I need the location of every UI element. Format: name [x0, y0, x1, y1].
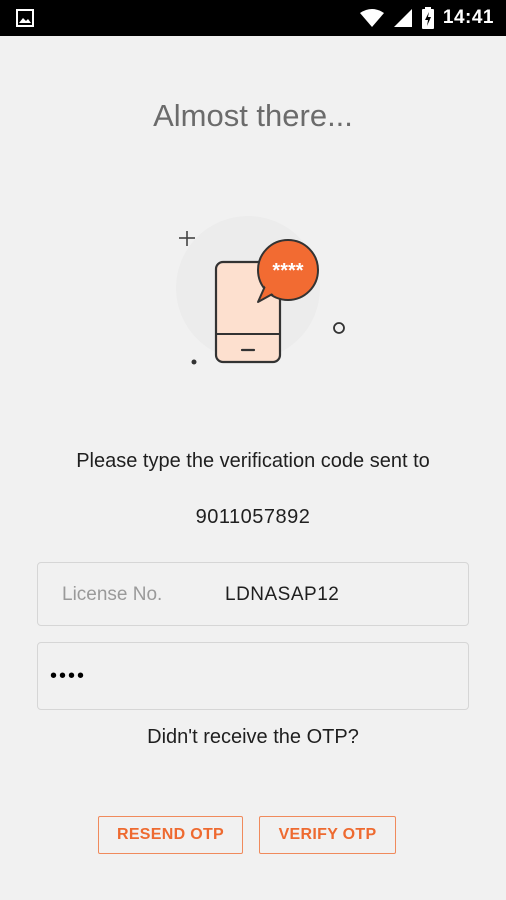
- wifi-icon: [359, 9, 384, 27]
- status-bar: 14:41: [0, 0, 506, 36]
- status-icons: 14:41: [359, 0, 494, 36]
- license-value: LDNASAP12: [225, 584, 340, 605]
- verify-otp-button[interactable]: VERIFY OTP: [259, 816, 396, 854]
- image-notification-icon: [16, 9, 34, 27]
- phone-number: 9011057892: [195, 506, 311, 528]
- no-otp-text: Didn't receive the OTP?: [147, 726, 359, 748]
- page-title: Almost there...: [153, 98, 353, 133]
- resend-otp-button[interactable]: RESEND OTP: [98, 816, 243, 854]
- otp-field[interactable]: [37, 642, 469, 710]
- otp-input[interactable]: [38, 643, 468, 709]
- bubble-text: ****: [272, 260, 303, 282]
- cell-signal-icon: [393, 9, 412, 27]
- instruction-text: Please type the verification code sent t…: [76, 450, 430, 472]
- license-label: License No.: [62, 584, 163, 605]
- battery-charging-icon: [421, 7, 434, 29]
- license-number-field[interactable]: License No. LDNASAP12: [37, 562, 469, 626]
- status-time: 14:41: [442, 7, 494, 28]
- phone-otp-message-icon: ****: [176, 216, 345, 365]
